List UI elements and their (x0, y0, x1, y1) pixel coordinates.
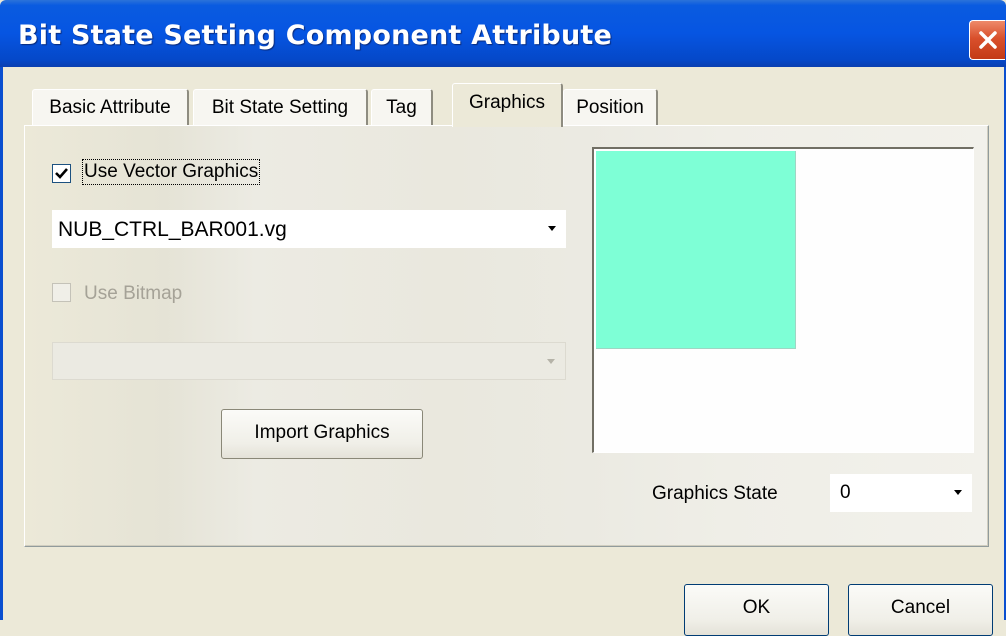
cancel-label: Cancel (890, 597, 951, 618)
tab-basic-attribute[interactable]: Basic Attribute (32, 89, 189, 125)
preview-shape (596, 151, 796, 349)
import-graphics-button[interactable]: Import Graphics (221, 409, 423, 459)
use-vector-graphics-checkbox[interactable] (52, 164, 71, 183)
graphics-state-select[interactable]: 0 (830, 474, 972, 512)
ok-label: OK (742, 597, 771, 618)
window-title: Bit State Setting Component Attribute (18, 20, 612, 51)
use-vector-graphics-label[interactable]: Use Vector Graphics (81, 159, 261, 185)
chevron-down-icon[interactable] (547, 359, 555, 364)
window-frame-left (0, 67, 3, 620)
ok-button[interactable]: OK (684, 584, 829, 636)
chevron-down-icon[interactable] (548, 226, 556, 231)
title-bar[interactable]: Bit State Setting Component Attribute (0, 0, 1006, 67)
close-button[interactable] (969, 20, 1005, 60)
import-graphics-label: Import Graphics (254, 422, 390, 443)
tab-graphics[interactable]: Graphics (452, 83, 563, 127)
use-bitmap-label: Use Bitmap (84, 283, 183, 304)
bitmap-file-select[interactable] (52, 342, 566, 380)
tab-position[interactable]: Position (563, 89, 658, 125)
vector-file-select[interactable]: NUB_CTRL_BAR001.vg (52, 210, 566, 248)
tab-tag[interactable]: Tag (371, 89, 433, 125)
chevron-down-icon[interactable] (954, 490, 962, 495)
vector-file-value: NUB_CTRL_BAR001.vg (58, 218, 287, 241)
graphics-state-value: 0 (840, 482, 851, 503)
tab-bit-state-setting[interactable]: Bit State Setting (193, 89, 368, 125)
cancel-button[interactable]: Cancel (848, 584, 993, 636)
checkmark-icon (55, 168, 68, 179)
use-bitmap-checkbox[interactable] (52, 283, 71, 302)
graphics-preview (592, 147, 974, 453)
graphics-state-label: Graphics State (652, 483, 778, 504)
close-icon (979, 31, 997, 49)
